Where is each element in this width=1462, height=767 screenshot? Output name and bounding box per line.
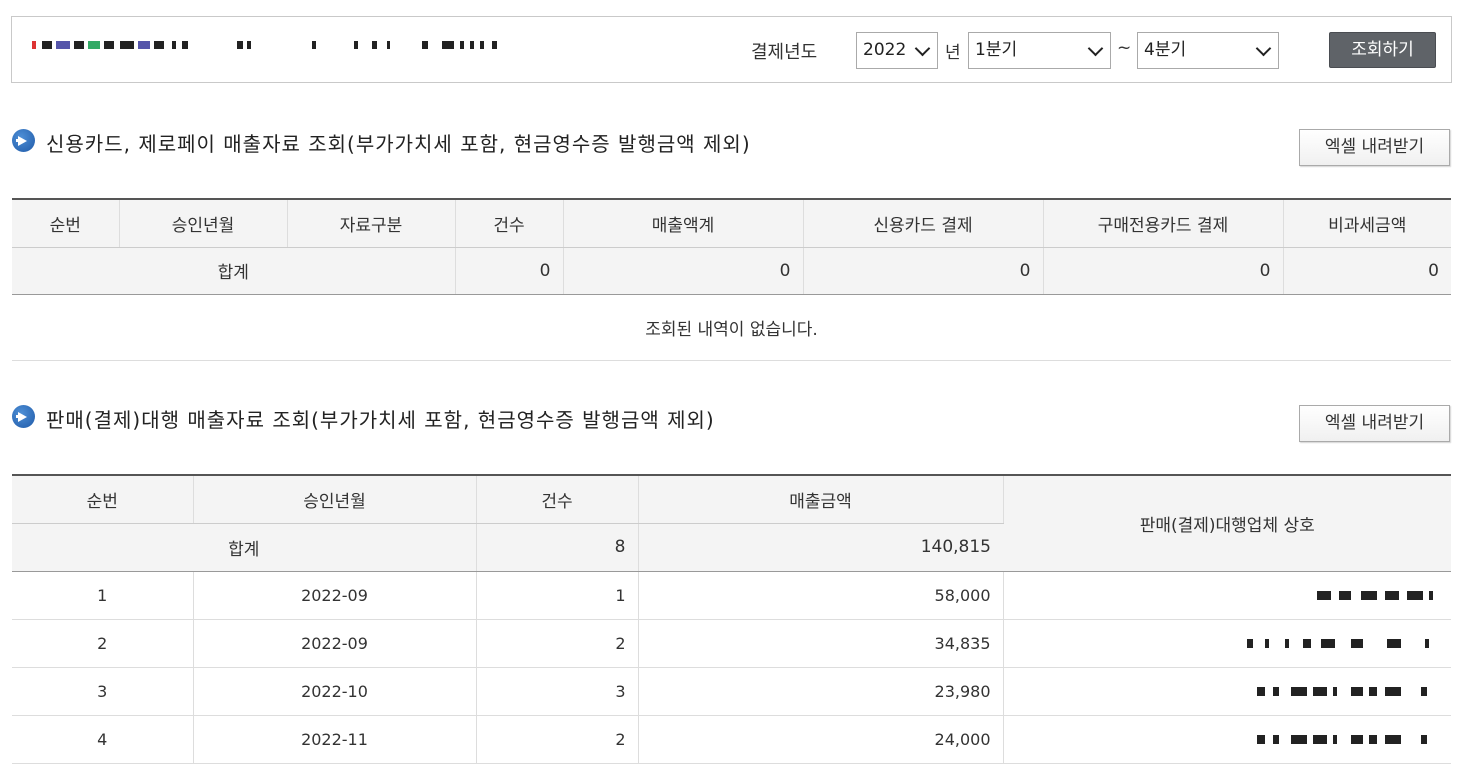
card-sales-table: 순번 승인년월 자료구분 건수 매출액계 신용카드 결제 구매전용카드 결제 비…	[12, 198, 1451, 361]
total-label: 합계	[12, 247, 456, 295]
row-count: 1	[476, 571, 639, 620]
total-row: 합계 0 0 0 0 0	[12, 247, 1451, 295]
to-quarter-select[interactable]: 4분기	[1137, 32, 1279, 69]
agency-sales-table: 순번 승인년월 건수 매출금액 판매(결제)대행업체 상호 합계 8 140,8…	[12, 474, 1451, 764]
col-approval-month: 승인년월	[119, 199, 288, 248]
col-tax-exempt: 비과세금액	[1283, 199, 1451, 248]
col-purchase-card: 구매전용카드 결제	[1043, 199, 1284, 248]
from-quarter-value: 1분기	[975, 40, 1018, 60]
row-no: 1	[12, 571, 194, 620]
excel-download-button-2[interactable]: 엑셀 내려받기	[1299, 405, 1450, 442]
table-header-row: 순번 승인년월 자료구분 건수 매출액계 신용카드 결제 구매전용카드 결제 비…	[12, 199, 1451, 248]
year-suffix: 년	[945, 43, 961, 63]
chevron-down-icon	[1087, 40, 1104, 57]
table-row: 2 2022-09 2 34,835	[12, 619, 1451, 668]
row-month: 2022-11	[193, 715, 477, 764]
row-vendor-masked	[1003, 619, 1451, 668]
empty-row: 조회된 내역이 없습니다.	[12, 294, 1451, 361]
year-select-value: 2022	[863, 40, 907, 60]
arrow-bullet-icon	[12, 129, 35, 152]
row-vendor-masked	[1003, 715, 1451, 764]
row-amount: 23,980	[638, 667, 1004, 716]
row-no: 4	[12, 715, 194, 764]
col-sales-total: 매출액계	[563, 199, 804, 248]
excel-download-button-1[interactable]: 엑셀 내려받기	[1299, 129, 1450, 166]
col-credit-card: 신용카드 결제	[803, 199, 1044, 248]
row-no: 3	[12, 667, 194, 716]
section1-title: 신용카드, 제로페이 매출자료 조회(부가가치세 포함, 현금영수증 발행금액 …	[46, 132, 751, 156]
row-count: 3	[476, 667, 639, 716]
row-vendor-masked	[1003, 667, 1451, 716]
empty-message: 조회된 내역이 없습니다.	[12, 294, 1451, 361]
chevron-down-icon	[914, 40, 931, 57]
table-row: 4 2022-11 2 24,000	[12, 715, 1451, 764]
row-count: 2	[476, 619, 639, 668]
col-data-type: 자료구분	[287, 199, 456, 248]
section2-title: 판매(결제)대행 매출자료 조회(부가가치세 포함, 현금영수증 발행금액 제외…	[46, 408, 715, 432]
total-count: 8	[476, 523, 639, 572]
year-select[interactable]: 2022	[856, 32, 938, 69]
total-amount: 140,815	[638, 523, 1003, 572]
to-quarter-value: 4분기	[1144, 40, 1187, 60]
row-amount: 24,000	[638, 715, 1004, 764]
total-sales: 0	[563, 247, 804, 295]
col-count: 건수	[455, 199, 564, 248]
search-button[interactable]: 조회하기	[1329, 32, 1436, 68]
total-purchase-card: 0	[1043, 247, 1284, 295]
row-month: 2022-09	[193, 619, 477, 668]
col-amount: 매출금액	[638, 475, 1004, 524]
table-header-row: 순번 승인년월 건수 매출금액 판매(결제)대행업체 상호	[12, 475, 1451, 572]
col-no: 순번	[12, 199, 120, 248]
table-row: 1 2022-09 1 58,000	[12, 571, 1451, 620]
chevron-down-icon	[1255, 40, 1272, 57]
table-row: 3 2022-10 3 23,980	[12, 667, 1451, 716]
row-amount: 34,835	[638, 619, 1004, 668]
payment-year-label: 결제년도	[751, 42, 818, 63]
arrow-bullet-icon	[12, 405, 35, 428]
row-no: 2	[12, 619, 194, 668]
row-vendor-masked	[1003, 571, 1451, 620]
range-separator: ~	[1117, 38, 1132, 58]
search-bar: 결제년도 2022 년 1분기 ~ 4분기 조회하기	[11, 16, 1452, 83]
row-count: 2	[476, 715, 639, 764]
total-tax-exempt: 0	[1283, 247, 1451, 295]
masked-business-name	[32, 37, 502, 53]
total-label: 합계	[12, 523, 477, 572]
col-approval-month: 승인년월	[193, 475, 477, 524]
row-month: 2022-10	[193, 667, 477, 716]
total-credit-card: 0	[803, 247, 1044, 295]
col-no: 순번	[12, 475, 194, 524]
col-count: 건수	[476, 475, 639, 524]
row-month: 2022-09	[193, 571, 477, 620]
from-quarter-select[interactable]: 1분기	[968, 32, 1111, 69]
col-vendor-name: 판매(결제)대행업체 상호	[1003, 475, 1451, 572]
total-count: 0	[455, 247, 564, 295]
row-amount: 58,000	[638, 571, 1004, 620]
